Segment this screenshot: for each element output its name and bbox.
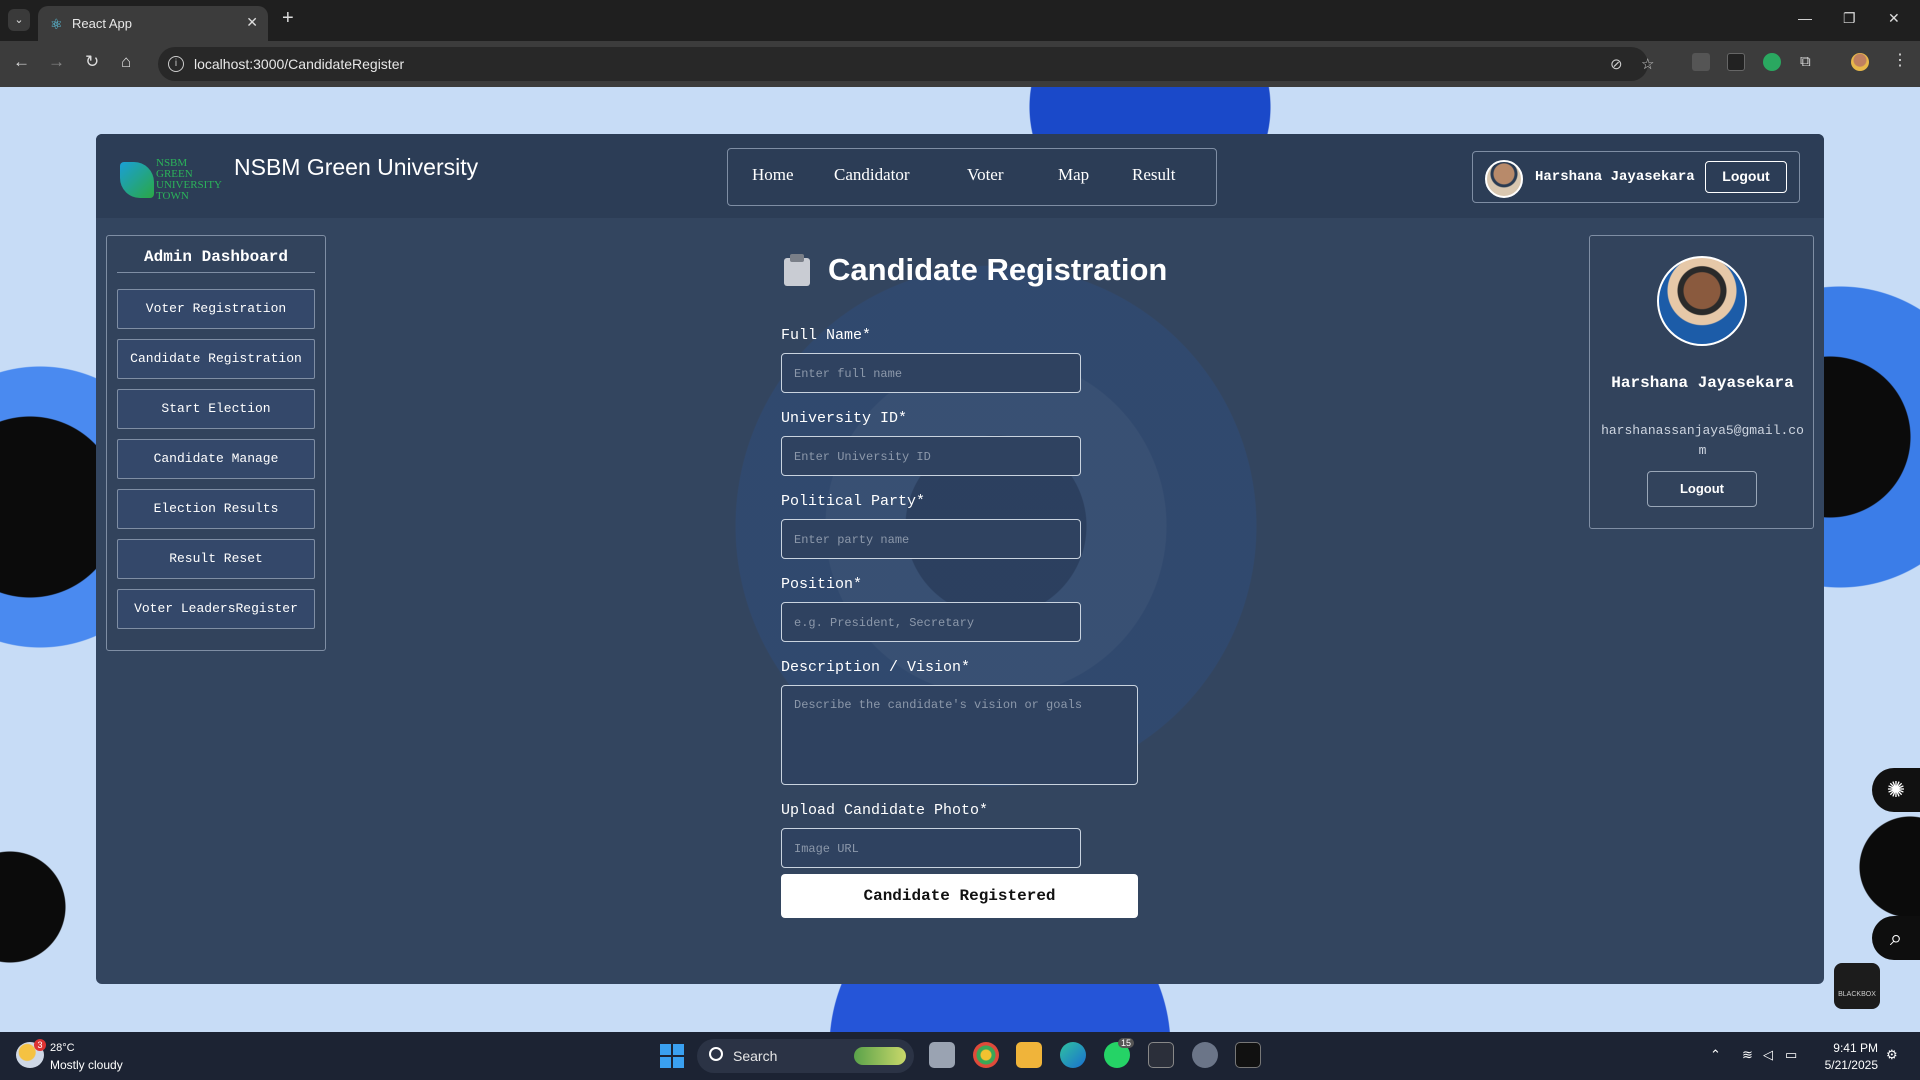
logo-text: NSBM GREEN UNIVERSITY TOWN	[156, 157, 222, 202]
sidebar-item-candidate-manage[interactable]: Candidate Manage	[117, 439, 315, 479]
bookmark-star-icon[interactable]: ☆	[1641, 55, 1654, 73]
search-label: Search	[733, 1048, 778, 1064]
nav-map[interactable]: Map	[1058, 165, 1089, 185]
candidate-registered-button[interactable]: Candidate Registered	[781, 874, 1138, 918]
puzzle-icon[interactable]: ⧉	[1800, 53, 1818, 71]
sidebar-title: Admin Dashboard	[117, 248, 315, 273]
camera-off-icon[interactable]: ⊘	[1610, 55, 1623, 73]
description-label: Description / Vision*	[781, 659, 971, 676]
avatar	[1657, 256, 1747, 346]
taskbar-search[interactable]: Search	[697, 1039, 914, 1073]
header-user-name: Harshana Jayasekara	[1535, 169, 1695, 185]
windows-taskbar: 3 28°C Mostly cloudy Search 15 ⌃ ≋ ◁ ▭ 9…	[0, 1032, 1920, 1080]
profile-card: Harshana Jayasekara harshanassanjaya5@gm…	[1589, 235, 1814, 529]
profile-avatar-icon[interactable]	[1851, 53, 1869, 71]
profile-logout-button[interactable]: Logout	[1647, 471, 1757, 507]
logo-leaf-icon	[120, 162, 154, 198]
restore-icon[interactable]: ❐	[1843, 10, 1856, 27]
chrome-icon[interactable]	[973, 1042, 999, 1068]
sidebar-item-voter-leaders-register[interactable]: Voter LeadersRegister	[117, 589, 315, 629]
app-header: NSBM GREEN UNIVERSITY TOWN NSBM Green Un…	[96, 134, 1824, 218]
terminal-icon[interactable]	[1235, 1042, 1261, 1068]
sidebar-item-candidate-registration[interactable]: Candidate Registration	[117, 339, 315, 379]
settings-gear-icon[interactable]	[1192, 1042, 1218, 1068]
file-explorer-icon[interactable]	[1016, 1042, 1042, 1068]
forward-icon[interactable]: →	[48, 52, 65, 72]
sidebar-item-election-results[interactable]: Election Results	[117, 489, 315, 529]
position-input[interactable]: e.g. President, Secretary	[781, 602, 1081, 642]
react-icon: ⚛	[50, 16, 63, 32]
profile-email: harshanassanjaya5@gmail.com	[1601, 423, 1804, 458]
task-view-icon[interactable]	[929, 1042, 955, 1068]
profile-name: Harshana Jayasekara	[1611, 374, 1794, 392]
edge-icon[interactable]	[1060, 1042, 1086, 1068]
chevron-up-icon[interactable]: ⌃	[1710, 1047, 1721, 1063]
full-name-input[interactable]: Enter full name	[781, 353, 1081, 393]
weather-badge: 3	[34, 1039, 46, 1051]
close-tab-icon[interactable]: ✕	[246, 14, 258, 31]
full-name-label: Full Name*	[781, 327, 872, 344]
search-highlight-art	[854, 1047, 906, 1065]
position-label: Position*	[781, 576, 863, 593]
avatar	[1485, 160, 1523, 198]
minimize-icon[interactable]: —	[1798, 10, 1812, 26]
wifi-icon[interactable]: ≋	[1742, 1047, 1753, 1063]
browser-tab[interactable]: ⚛ React App ✕	[38, 6, 268, 41]
code-search-float-icon[interactable]: ⌕	[1872, 916, 1920, 960]
weather-desc[interactable]: Mostly cloudy	[50, 1058, 123, 1072]
sidebar-item-start-election[interactable]: Start Election	[117, 389, 315, 429]
site-info-icon[interactable]: i	[168, 56, 184, 72]
chatgpt-float-icon[interactable]: ✺	[1872, 768, 1920, 812]
back-icon[interactable]: ←	[13, 52, 30, 72]
more-menu-icon[interactable]: ⋮	[1892, 53, 1910, 71]
ballot-box-icon	[784, 254, 810, 286]
url-text[interactable]: localhost:3000/CandidateRegister	[194, 56, 404, 72]
tab-title: React App	[72, 16, 132, 31]
browser-tabbar: ⌄ ⚛ React App ✕ + — ❐ ✕	[0, 0, 1920, 41]
political-party-input[interactable]: Enter party name	[781, 519, 1081, 559]
close-window-icon[interactable]: ✕	[1888, 10, 1900, 27]
header-logout-button[interactable]: Logout	[1705, 161, 1787, 193]
university-logo[interactable]: NSBM GREEN UNIVERSITY TOWN	[120, 156, 224, 202]
battery-icon[interactable]: ▭	[1785, 1047, 1797, 1063]
sidebar-item-voter-registration[interactable]: Voter Registration	[117, 289, 315, 329]
clock-time[interactable]: 9:41 PM	[1808, 1041, 1878, 1055]
windows-start-icon[interactable]	[660, 1044, 684, 1068]
university-id-label: University ID*	[781, 410, 908, 427]
clock-date[interactable]: 5/21/2025	[1808, 1058, 1878, 1072]
tab-search-menu-icon[interactable]: ⌄	[8, 9, 30, 31]
extension-icon[interactable]	[1763, 53, 1781, 71]
nav-result[interactable]: Result	[1132, 165, 1175, 185]
admin-sidebar: Admin Dashboard Voter Registration Candi…	[106, 235, 326, 651]
brand-title[interactable]: NSBM Green University	[234, 154, 478, 181]
photo-url-label: Upload Candidate Photo*	[781, 802, 989, 819]
nav-candidator[interactable]: Candidator	[834, 165, 910, 185]
extension-icon[interactable]	[1727, 53, 1745, 71]
reload-icon[interactable]: ↻	[85, 52, 99, 72]
extension-icon[interactable]	[1692, 53, 1710, 71]
nav-voter[interactable]: Voter	[967, 165, 1004, 185]
political-party-label: Political Party*	[781, 493, 926, 510]
new-tab-icon[interactable]: +	[282, 8, 294, 28]
browser-toolbar: ← → ↻ ⌂ i localhost:3000/CandidateRegist…	[0, 41, 1920, 87]
blackbox-logo[interactable]: BLACKBOX	[1834, 963, 1880, 1009]
weather-temp[interactable]: 28°C	[50, 1042, 75, 1054]
search-icon	[709, 1047, 723, 1061]
performance-monitor-icon[interactable]	[1148, 1042, 1174, 1068]
form-title: Candidate Registration	[828, 252, 1168, 287]
user-box: Harshana Jayasekara Logout	[1472, 151, 1800, 203]
description-textarea[interactable]: Describe the candidate's vision or goals	[781, 685, 1138, 785]
main-nav: Home Candidator Voter Map Result	[727, 148, 1217, 206]
photo-url-input[interactable]: Image URL	[781, 828, 1081, 868]
whatsapp-badge: 15	[1118, 1038, 1135, 1048]
app-container: NSBM GREEN UNIVERSITY TOWN NSBM Green Un…	[96, 134, 1824, 984]
address-bar[interactable]: i localhost:3000/CandidateRegister ⊘ ☆	[158, 47, 1654, 81]
university-id-input[interactable]: Enter University ID	[781, 436, 1081, 476]
notification-icon[interactable]: ⚙	[1886, 1047, 1898, 1063]
nav-home[interactable]: Home	[752, 165, 794, 185]
volume-icon[interactable]: ◁	[1763, 1047, 1773, 1063]
home-icon[interactable]: ⌂	[121, 52, 131, 72]
sidebar-item-result-reset[interactable]: Result Reset	[117, 539, 315, 579]
